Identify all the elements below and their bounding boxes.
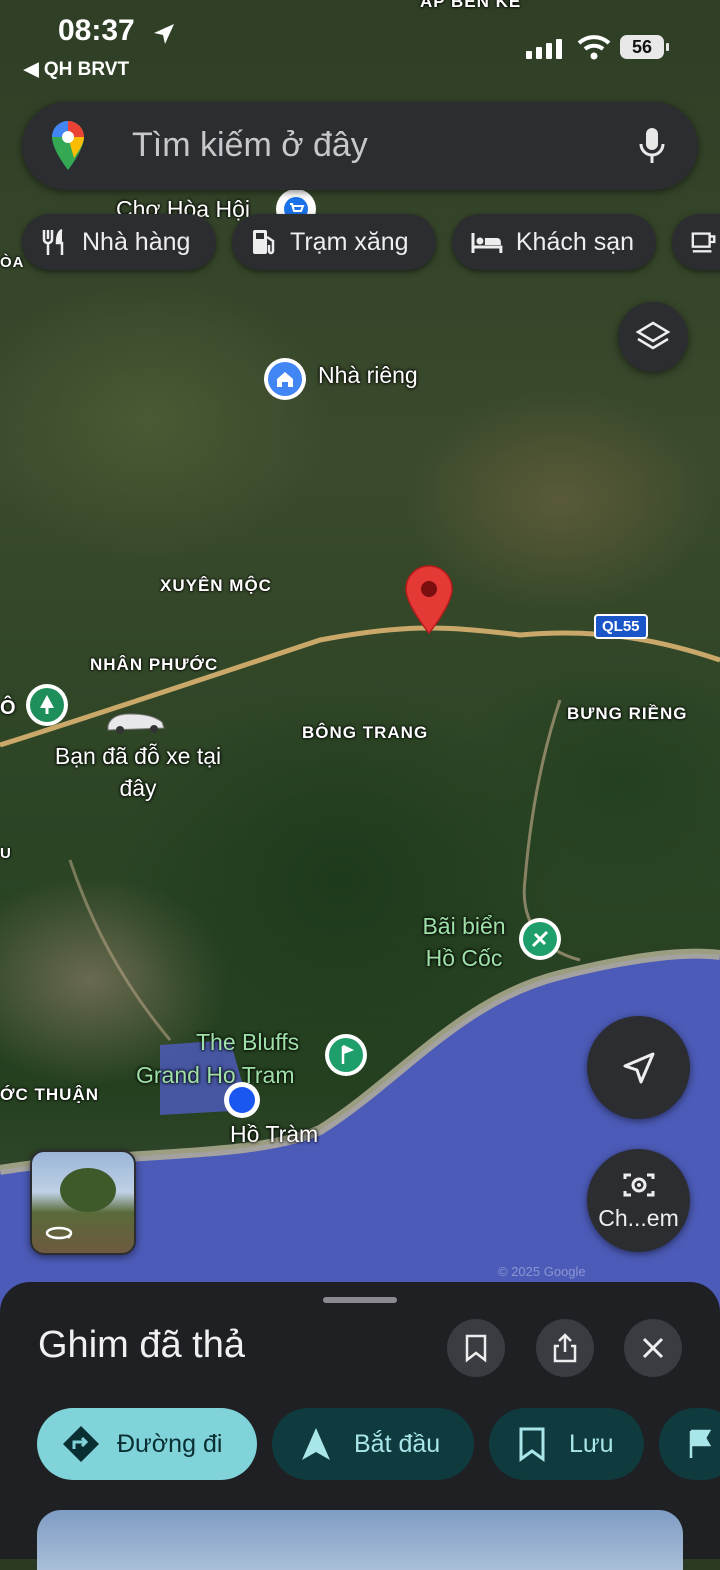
chip-hotels[interactable]: Khách sạn (452, 214, 656, 270)
current-location-dot (224, 1082, 260, 1118)
place-photo[interactable] (37, 1510, 683, 1570)
close-button[interactable] (624, 1319, 682, 1377)
chip-coffee[interactable] (672, 214, 720, 270)
street-view-thumbnail[interactable] (30, 1150, 136, 1255)
street-view-360-icon (45, 1226, 73, 1240)
sheet-handle[interactable] (323, 1297, 397, 1303)
tree-shape (60, 1168, 116, 1212)
share-button[interactable] (536, 1319, 594, 1377)
search-input[interactable]: Tìm kiếm ở đây (132, 126, 368, 165)
back-to-app[interactable]: ◀ QH BRVT (24, 58, 129, 81)
navigation-start-icon (302, 1428, 330, 1460)
chip-label: Trạm xăng (290, 227, 409, 256)
search-bar[interactable]: Tìm kiếm ở đây (22, 102, 698, 190)
place-label-xuyen-moc: XUYÊN MỘC (160, 576, 272, 595)
chip-gas-stations[interactable]: Trạm xăng (232, 214, 436, 270)
chip-restaurants[interactable]: Nhà hàng (22, 214, 216, 270)
place-label-edge-u: U (0, 845, 12, 862)
navigation-arrow-icon (623, 1052, 654, 1083)
gas-station-icon (253, 230, 275, 255)
chip-label: Nhà hàng (82, 227, 191, 256)
place-label-parked[interactable]: Bạn đã đỗ xe tại đây (38, 740, 238, 804)
place-label-ap-ben-ke: ẤP BẾN KẾ (420, 0, 522, 11)
place-label-edge-hoa: ÒA (0, 254, 25, 271)
save-button[interactable] (447, 1319, 505, 1377)
camera-search-icon (623, 1173, 654, 1197)
save-action-button[interactable]: Lưu (489, 1408, 644, 1480)
bookmark-icon (519, 1427, 545, 1462)
place-label-edge-o: Ô (0, 697, 17, 719)
layers-button[interactable] (618, 302, 688, 372)
place-label-bung-rieng: BƯNG RIỀNG (567, 704, 688, 723)
camera-search-button[interactable]: Ch...em (587, 1149, 690, 1252)
start-button[interactable]: Bắt đầu (272, 1408, 474, 1480)
sheet-title: Ghim đã thả (38, 1324, 245, 1366)
status-time: 08:37 (58, 14, 135, 47)
battery-tip (666, 43, 669, 51)
map-watermark: © 2025 Google (498, 1264, 586, 1279)
save-action-label: Lưu (569, 1429, 614, 1458)
park-icon[interactable] (26, 684, 68, 726)
wifi-icon (577, 35, 611, 60)
start-label: Bắt đầu (354, 1429, 441, 1458)
label-action-button[interactable] (659, 1408, 720, 1480)
place-label-phuoc-thuan: ỚC THUẬN (0, 1085, 99, 1104)
coffee-icon (691, 232, 716, 253)
directions-label: Đường đi (117, 1429, 223, 1458)
home-icon[interactable] (264, 358, 306, 400)
camera-search-label: Ch...em (598, 1205, 679, 1231)
battery-level: 56 (631, 37, 653, 57)
restaurant-icon (42, 228, 64, 255)
directions-icon (63, 1426, 99, 1462)
microphone-icon[interactable] (638, 126, 666, 166)
place-label-home[interactable]: Nhà riêng (318, 362, 418, 389)
chip-label: Khách sạn (515, 227, 634, 256)
dropped-pin-icon[interactable] (404, 565, 454, 635)
my-location-button[interactable] (587, 1016, 690, 1119)
parked-car-icon[interactable] (104, 706, 168, 736)
hotel-icon (471, 233, 503, 253)
close-icon (642, 1337, 664, 1359)
battery-icon: 56 (620, 35, 664, 59)
place-label-grand-ho-tram[interactable]: Grand Ho Tram (136, 1062, 295, 1089)
bookmark-icon (465, 1334, 487, 1363)
layers-icon (635, 321, 671, 350)
place-label-bong-trang: BÔNG TRANG (302, 723, 429, 742)
signal-icon (526, 39, 562, 59)
back-app-label: QH BRVT (43, 59, 130, 80)
share-icon (553, 1333, 577, 1363)
location-arrow-icon (154, 24, 174, 44)
place-sheet[interactable]: Ghim đã thả Đường đi Bắt đầu Lưu (0, 1282, 720, 1570)
place-label-ho-tram[interactable]: Hồ Tràm (230, 1121, 318, 1148)
flag-icon (689, 1429, 712, 1458)
golf-icon[interactable] (325, 1034, 367, 1076)
place-label-ho-coc[interactable]: Bãi biển Hồ Cốc (414, 910, 514, 974)
place-label-nhan-phuoc: NHÂN PHƯỚC (90, 655, 219, 674)
place-label-bluffs[interactable]: The Bluffs (196, 1029, 299, 1056)
highway-shield: QL55 (594, 614, 648, 639)
beach-icon[interactable] (519, 918, 561, 960)
directions-button[interactable]: Đường đi (37, 1408, 257, 1480)
google-maps-pin-icon (52, 121, 84, 170)
